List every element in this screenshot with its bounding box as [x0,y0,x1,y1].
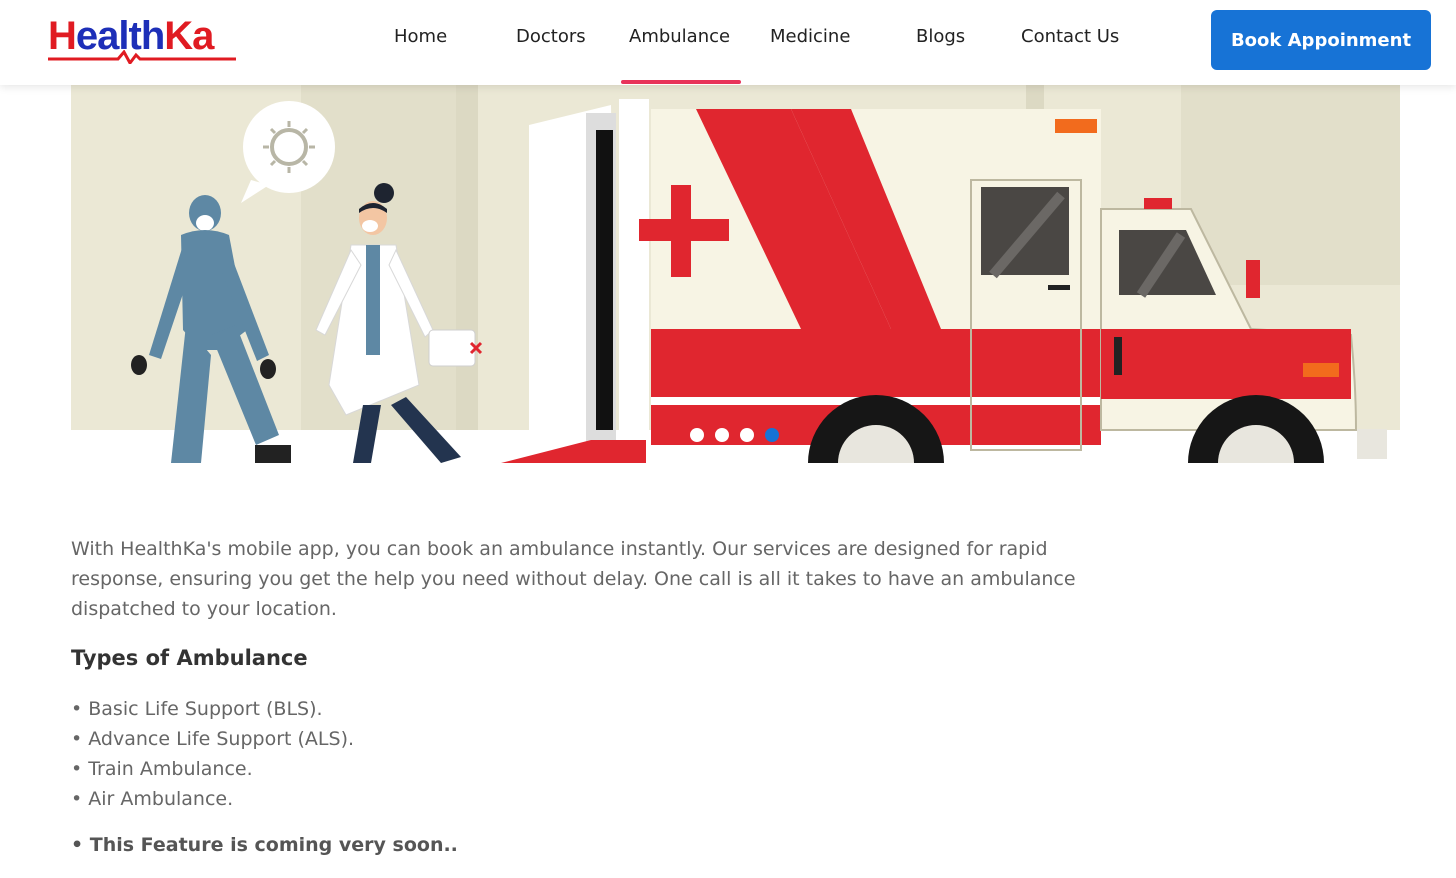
list-item: • Basic Life Support (BLS). [71,698,323,720]
intro-paragraph: With HealthKa's mobile app, you can book… [71,538,1076,620]
ambulance-illustration [71,85,1400,463]
nav-home[interactable]: Home [394,26,447,47]
list-item: • Train Ambulance. [71,758,253,780]
healthka-logo[interactable]: HealthKa [48,12,238,68]
carousel-dot-3[interactable] [740,428,754,442]
list-item: • Advance Life Support (ALS). [71,728,355,750]
carousel-dot-2[interactable] [715,428,729,442]
carousel-dot-4[interactable] [765,428,779,442]
ambulance-content: With HealthKa's mobile app, you can book… [71,534,1131,856]
nav-medicine[interactable]: Medicine [770,26,850,47]
nav-ambulance[interactable]: Ambulance [629,26,730,47]
nav-contact-us[interactable]: Contact Us [1021,26,1119,47]
types-heading: Types of Ambulance [71,646,308,670]
hero-banner [71,85,1400,463]
carousel-indicators [690,428,779,442]
carousel-dot-1[interactable] [690,428,704,442]
nav-active-indicator [621,80,741,84]
site-header: HealthKa Home Doctors Ambulance Medicine… [0,0,1456,85]
nav-blogs[interactable]: Blogs [916,26,965,47]
coming-soon-notice: • This Feature is coming very soon.. [71,834,458,856]
nav-doctors[interactable]: Doctors [516,26,586,47]
heartbeat-line-icon [48,50,236,64]
book-appointment-button[interactable]: Book Appoinment [1211,10,1431,70]
list-item: • Air Ambulance. [71,788,234,810]
ambulance-types-list: • Basic Life Support (BLS). • Advance Li… [71,694,1131,814]
